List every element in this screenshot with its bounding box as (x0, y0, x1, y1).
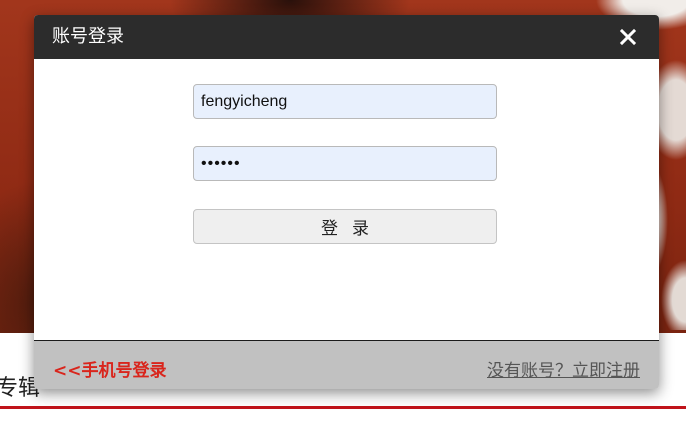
password-input[interactable] (193, 146, 497, 181)
register-link[interactable]: 没有账号？立即注册 (487, 356, 640, 381)
close-icon[interactable] (619, 27, 637, 47)
dialog-title: 账号登录 (52, 26, 124, 47)
phone-login-link[interactable]: <<手机号登录 (53, 356, 167, 381)
username-input[interactable] (193, 84, 497, 119)
login-dialog: 账号登录 登录 <<手机号登录 没有账号？立即注册 (34, 15, 659, 389)
section-divider (0, 406, 686, 409)
dialog-header: 账号登录 (34, 15, 659, 59)
login-button[interactable]: 登录 (193, 209, 497, 244)
dialog-footer: <<手机号登录 没有账号？立即注册 (34, 340, 659, 389)
